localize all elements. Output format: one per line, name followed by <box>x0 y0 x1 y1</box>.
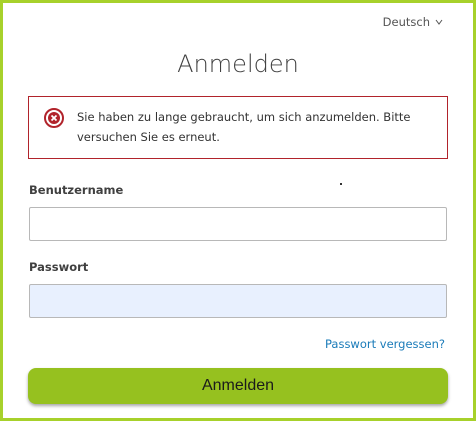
error-circle-x-icon <box>44 108 64 128</box>
error-alert: Sie haben zu lange gebraucht, um sich an… <box>28 96 448 159</box>
username-label: Benutzername <box>29 183 124 197</box>
error-message: Sie haben zu lange gebraucht, um sich an… <box>77 110 411 144</box>
language-selector-label: Deutsch <box>382 15 430 29</box>
login-button[interactable]: Anmelden <box>28 368 448 404</box>
forgot-password-link[interactable]: Passwort vergessen? <box>325 337 445 351</box>
login-frame: Deutsch Anmelden Sie haben zu lange gebr… <box>0 0 476 421</box>
language-selector[interactable]: Deutsch <box>383 15 443 29</box>
password-label: Passwort <box>29 260 89 274</box>
chevron-down-icon <box>435 19 443 25</box>
stray-dot <box>340 183 342 185</box>
username-input[interactable] <box>29 207 447 241</box>
page-title: Anmelden <box>177 50 299 78</box>
password-input[interactable] <box>29 284 447 318</box>
